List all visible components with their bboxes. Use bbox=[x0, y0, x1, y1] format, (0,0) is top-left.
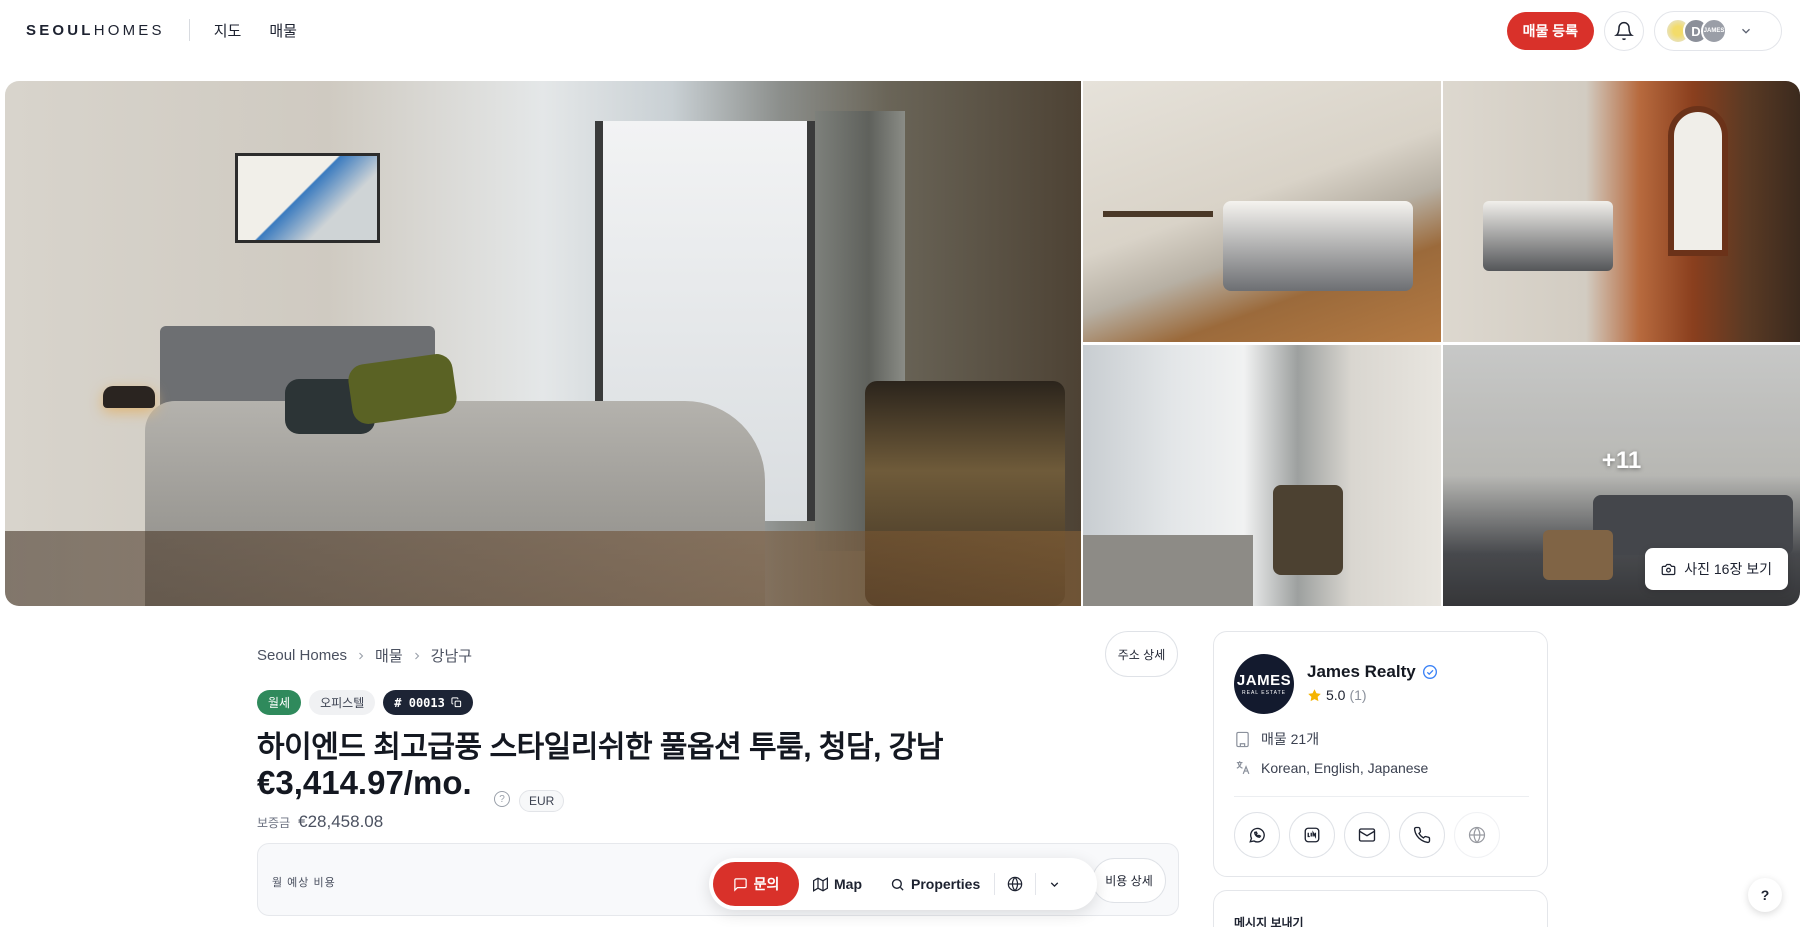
bed-illustration bbox=[1483, 201, 1613, 271]
desk-illustration bbox=[1103, 211, 1213, 281]
phone-button[interactable] bbox=[1399, 812, 1445, 858]
rating-value: 5.0 bbox=[1326, 687, 1346, 703]
agent-card: JAMES REAL ESTATE James Realty 5.0 (1) 매… bbox=[1213, 631, 1548, 877]
help-button[interactable]: ? bbox=[1748, 878, 1782, 912]
whatsapp-button[interactable] bbox=[1234, 812, 1280, 858]
properties-button[interactable]: Properties bbox=[876, 876, 994, 892]
expand-button[interactable] bbox=[1036, 878, 1073, 891]
agent-logo[interactable]: JAMES REAL ESTATE bbox=[1234, 654, 1294, 714]
mail-icon bbox=[1358, 828, 1376, 842]
map-label: Map bbox=[834, 876, 862, 892]
copy-icon bbox=[451, 697, 461, 708]
agent-name-text: James Realty bbox=[1307, 662, 1416, 681]
header-divider bbox=[188, 19, 190, 41]
notifications-button[interactable] bbox=[1604, 11, 1644, 51]
thumbnail-photo[interactable] bbox=[1443, 81, 1800, 342]
agent-languages: Korean, English, Japanese bbox=[1261, 759, 1429, 776]
top-header: SEOULHOMES 지도 매물 매물 등록 D JAMES bbox=[0, 0, 1800, 60]
agent-name[interactable]: James Realty bbox=[1307, 662, 1438, 682]
bed-illustration bbox=[1223, 201, 1413, 291]
bell-icon bbox=[1614, 21, 1634, 41]
nav-map[interactable]: 지도 bbox=[214, 20, 242, 41]
deposit-value: €28,458.08 bbox=[298, 812, 384, 831]
agent-logo-text: JAMES bbox=[1236, 672, 1292, 689]
arch-illustration bbox=[1668, 106, 1728, 256]
globe-icon bbox=[1007, 876, 1023, 892]
verified-badge-icon bbox=[1422, 665, 1437, 679]
inquiry-button[interactable]: 문의 bbox=[713, 862, 799, 906]
deposit-label: 보증금 bbox=[257, 816, 291, 830]
chevron-right-icon bbox=[414, 652, 419, 659]
email-button[interactable] bbox=[1344, 812, 1390, 858]
floor-illustration bbox=[5, 531, 1081, 606]
chevron-down-icon bbox=[1051, 881, 1059, 887]
listing-tags: 월세 오피스텔 # 00013 bbox=[257, 690, 473, 715]
floating-action-bar: 문의 Map Properties bbox=[709, 858, 1097, 910]
send-message-title: 메시지 보내기 bbox=[1234, 916, 1304, 927]
search-icon bbox=[891, 878, 904, 891]
breadcrumb-home[interactable]: Seoul Homes bbox=[257, 647, 347, 664]
main-photo[interactable] bbox=[5, 81, 1081, 606]
send-message-card: 메시지 보내기 bbox=[1213, 890, 1548, 927]
monthly-price: €3,414.97/mo. bbox=[257, 764, 472, 801]
agent-logo-subtext: REAL ESTATE bbox=[1242, 690, 1286, 696]
globe-icon bbox=[1468, 826, 1486, 844]
divider bbox=[1234, 796, 1529, 797]
website-button[interactable] bbox=[1454, 812, 1500, 858]
line-chat-icon bbox=[1304, 827, 1320, 843]
lamp-illustration bbox=[103, 386, 155, 408]
deposit-row: 보증금 €28,458.08 bbox=[257, 812, 383, 832]
cost-detail-button[interactable]: 비용 상세 bbox=[1092, 858, 1166, 903]
logo[interactable]: SEOULHOMES bbox=[26, 22, 165, 39]
map-button[interactable]: Map bbox=[799, 876, 876, 892]
whatsapp-icon bbox=[1249, 827, 1265, 843]
monthly-cost-label: 월 예상 비용 bbox=[272, 877, 336, 889]
map-icon bbox=[813, 876, 828, 892]
thumbnail-photo[interactable] bbox=[1083, 345, 1441, 606]
agent-listings-count: 매물 21개 bbox=[1261, 731, 1320, 747]
rent-type-badge: 월세 bbox=[257, 690, 302, 715]
translate-icon bbox=[1236, 761, 1250, 775]
listing-id-text: # 00013 bbox=[394, 695, 445, 710]
agent-listings-row: 매물 21개 bbox=[1234, 729, 1319, 749]
chevron-right-icon bbox=[359, 652, 364, 659]
logo-bold-text: SEOUL bbox=[26, 21, 94, 39]
breadcrumb: Seoul Homes 매물 강남구 bbox=[257, 645, 472, 666]
agent-languages-row: Korean, English, Japanese bbox=[1234, 759, 1428, 776]
currency-badge[interactable]: EUR bbox=[519, 790, 565, 812]
register-listing-button[interactable]: 매물 등록 bbox=[1506, 12, 1594, 50]
address-detail-button[interactable]: 주소 상세 bbox=[1105, 631, 1178, 677]
listing-id-badge[interactable]: # 00013 bbox=[383, 690, 473, 715]
phone-icon bbox=[1413, 826, 1431, 844]
listing-title: 하이엔드 최고급풍 스타일리쉬한 풀옵션 투룸, 청담, 강남 bbox=[257, 731, 943, 764]
contact-buttons bbox=[1234, 812, 1500, 858]
building-icon bbox=[1236, 731, 1249, 747]
agent-rating: 5.0 (1) bbox=[1307, 687, 1367, 703]
avatar: JAMES bbox=[1701, 18, 1727, 44]
header-actions: 매물 등록 D JAMES bbox=[1506, 11, 1782, 51]
logo-thin-text: HOMES bbox=[93, 21, 165, 39]
breadcrumb-listings[interactable]: 매물 bbox=[375, 645, 403, 666]
wall-art-illustration bbox=[235, 153, 380, 243]
chevron-down-icon bbox=[1742, 28, 1750, 34]
breadcrumb-district[interactable]: 강남구 bbox=[431, 645, 472, 666]
star-icon bbox=[1308, 688, 1321, 701]
thumbnail-photo[interactable] bbox=[1083, 81, 1441, 342]
price-help-icon[interactable]: ? bbox=[494, 791, 510, 807]
properties-label: Properties bbox=[911, 876, 981, 892]
rating-count: (1) bbox=[1349, 687, 1367, 703]
photo-gallery: +11 사진 16장 보기 bbox=[5, 81, 1800, 606]
message-icon bbox=[733, 877, 747, 892]
property-type-badge: 오피스텔 bbox=[309, 690, 376, 715]
line-button[interactable] bbox=[1289, 812, 1335, 858]
language-button[interactable] bbox=[995, 876, 1035, 892]
inquiry-label: 문의 bbox=[753, 876, 780, 892]
nav-listings[interactable]: 매물 bbox=[269, 20, 297, 41]
bed-illustration bbox=[1083, 535, 1253, 606]
view-photos-label: 사진 16장 보기 bbox=[1684, 561, 1772, 577]
armchair-illustration bbox=[1273, 485, 1343, 575]
view-all-photos-button[interactable]: 사진 16장 보기 bbox=[1645, 548, 1788, 590]
account-menu[interactable]: D JAMES bbox=[1654, 11, 1782, 51]
camera-icon bbox=[1661, 563, 1676, 575]
